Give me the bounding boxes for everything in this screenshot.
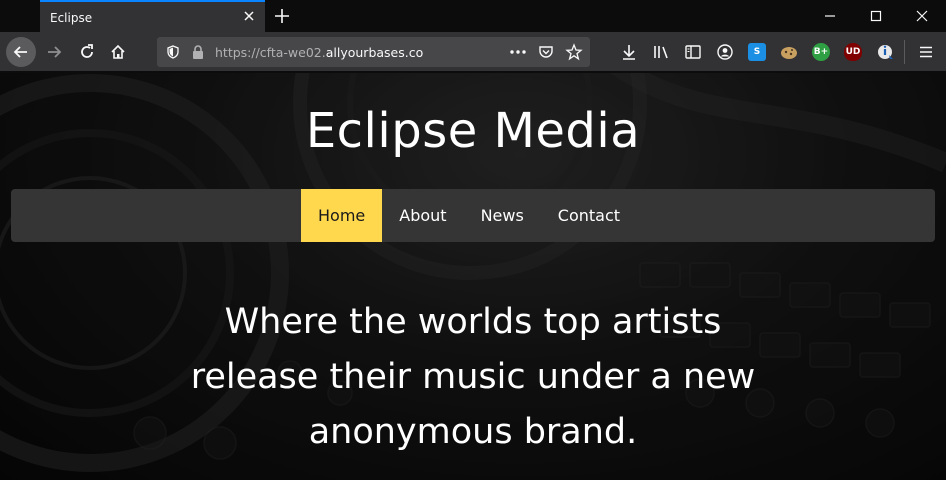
toolbar-divider xyxy=(904,40,905,64)
hero-tagline: Where the worlds top artists release the… xyxy=(190,302,756,452)
forward-button[interactable] xyxy=(40,38,68,66)
pocket-icon[interactable] xyxy=(538,44,554,60)
home-icon xyxy=(111,44,125,59)
cookie-extension-icon[interactable] xyxy=(779,43,799,61)
library-icon[interactable] xyxy=(652,43,672,61)
new-tab-icon[interactable] xyxy=(272,6,292,26)
page-actions-icon[interactable] xyxy=(509,46,527,58)
nav-menu: Home About News Contact xyxy=(301,189,637,242)
downloads-icon[interactable] xyxy=(620,43,638,61)
bookmark-star-icon[interactable] xyxy=(565,43,583,61)
web-page: Eclipse Media Home About News Contact Wh… xyxy=(0,73,946,480)
tab-title: Eclipse xyxy=(50,11,93,25)
back-button[interactable] xyxy=(6,37,36,67)
account-icon[interactable] xyxy=(716,43,734,61)
browser-toolbar: https://cfta-we02.allyourbases.co S B+ U… xyxy=(0,32,946,72)
nav-news-link[interactable]: News xyxy=(464,189,541,242)
nav-contact-link[interactable]: Contact xyxy=(541,189,637,242)
s-extension-icon[interactable]: S xyxy=(748,43,766,61)
b-plus-extension-icon[interactable]: B+ xyxy=(812,43,830,61)
site-title: Eclipse Media xyxy=(305,103,641,159)
browser-tab[interactable]: Eclipse xyxy=(40,0,265,32)
url-text[interactable]: https://cfta-we02.allyourbases.co xyxy=(215,45,423,60)
nav-about-link[interactable]: About xyxy=(382,189,463,242)
sidebar-icon[interactable] xyxy=(684,43,702,61)
nav-home-link[interactable]: Home xyxy=(301,189,383,242)
forward-arrow-icon xyxy=(48,46,62,58)
back-arrow-icon xyxy=(13,46,27,58)
shield-icon[interactable] xyxy=(165,44,181,60)
menu-icon[interactable] xyxy=(917,43,935,61)
close-tab-icon[interactable] xyxy=(241,8,257,24)
minimize-icon[interactable] xyxy=(822,8,838,24)
home-button[interactable] xyxy=(104,38,132,66)
close-window-icon[interactable] xyxy=(914,8,930,24)
reload-icon xyxy=(81,44,93,58)
tab-bar: Eclipse xyxy=(0,0,946,32)
maximize-icon[interactable] xyxy=(868,8,884,24)
info-extension-icon[interactable] xyxy=(876,42,896,62)
site-navigation: Home About News Contact xyxy=(11,189,935,242)
lock-icon[interactable] xyxy=(191,44,205,60)
address-bar[interactable]: https://cfta-we02.allyourbases.co xyxy=(157,37,590,67)
ublock-origin-icon[interactable]: UD xyxy=(844,43,862,61)
reload-button[interactable] xyxy=(73,38,101,66)
